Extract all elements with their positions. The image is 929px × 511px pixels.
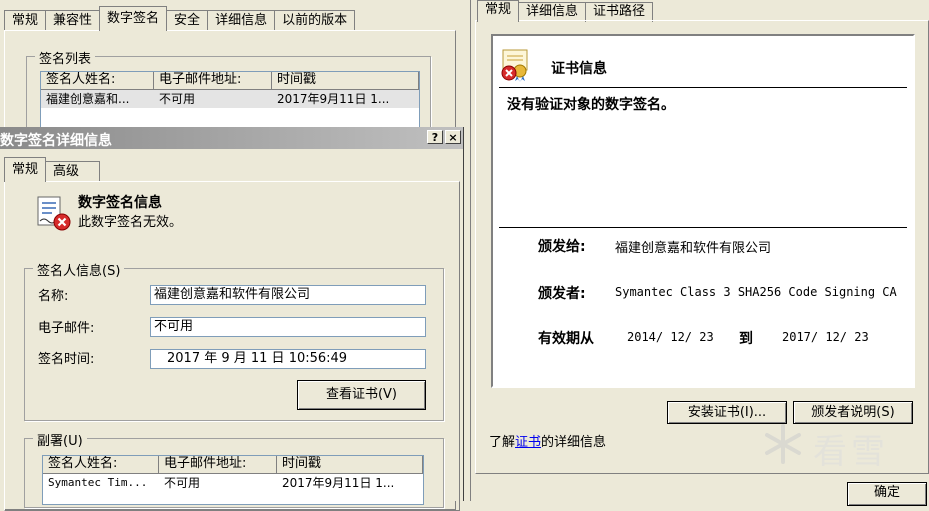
view-certificate-button[interactable]: 查看证书(V) bbox=[297, 380, 426, 410]
signature-info-title: 数字签名信息 bbox=[78, 195, 162, 211]
certificate-help-link[interactable]: 证书 bbox=[515, 435, 541, 450]
help-button[interactable]: ? bbox=[427, 130, 443, 144]
signer-info-title: 签名人信息(S) bbox=[33, 260, 125, 279]
name-label: 名称: bbox=[38, 289, 69, 304]
tab-dialog-advanced[interactable]: 高级 bbox=[45, 161, 101, 182]
learn-more-text: 了解证书的详细信息 bbox=[489, 431, 606, 450]
certificate-info-box: 证书信息 没有验证对象的数字签名。 颁发给: 福建创意嘉和软件有限公司 颁发者:… bbox=[491, 34, 915, 388]
valid-to-value: 2017/ 12/ 23 bbox=[782, 330, 869, 344]
certificate-tab-strip: 常规 详细信息 证书路径 bbox=[477, 0, 654, 22]
column-counter-signer-name[interactable]: 签名人姓名: bbox=[43, 456, 159, 473]
snowflake-logo-icon bbox=[765, 424, 801, 464]
tab-dialog-general[interactable]: 常规 bbox=[4, 157, 47, 182]
email-label: 电子邮件: bbox=[38, 321, 95, 336]
countersignature-list-header: 签名人姓名: 电子邮件地址: 时间戳 bbox=[43, 456, 423, 474]
cell-signer-name: 福建创意嘉和... bbox=[46, 92, 130, 106]
cell-timestamp: 2017年9月11日 1... bbox=[277, 92, 390, 106]
issued-by-label: 颁发者: bbox=[538, 286, 586, 302]
signing-time-field[interactable]: 2017 年 9 月 11 日 10:56:49 bbox=[150, 349, 426, 369]
tab-compatibility[interactable]: 兼容性 bbox=[45, 10, 101, 31]
certificate-info-title: 证书信息 bbox=[551, 61, 607, 77]
signature-info-status: 此数字签名无效。 bbox=[78, 215, 183, 230]
validity-label: 有效期从 bbox=[538, 331, 594, 347]
column-email[interactable]: 电子邮件地址: bbox=[154, 72, 272, 89]
properties-tab-strip: 常规 兼容性 数字签名 安全 详细信息 以前的版本 bbox=[4, 6, 356, 31]
dialog-tab-strip: 常规 高级 bbox=[4, 157, 101, 182]
validity-to-label: 到 bbox=[739, 331, 753, 347]
column-timestamp[interactable]: 时间戳 bbox=[272, 72, 419, 89]
ok-button[interactable]: 确定 bbox=[847, 482, 927, 506]
kanxue-watermark: 看雪 bbox=[761, 420, 911, 472]
signer-name-field[interactable]: 福建创意嘉和软件有限公司 bbox=[150, 285, 426, 305]
column-signer-name[interactable]: 签名人姓名: bbox=[41, 72, 154, 89]
signature-list[interactable]: 签名人姓名: 电子邮件地址: 时间戳 福建创意嘉和... 不可用 2017年9月… bbox=[40, 71, 420, 131]
certificate-window: 常规 详细信息 证书路径 证书信息 没有验证对象的数字签名。 颁发给: 福建创意… bbox=[470, 0, 929, 506]
cell-email: 不可用 bbox=[159, 92, 196, 106]
tab-cert-details[interactable]: 详细信息 bbox=[518, 2, 587, 22]
invalid-signature-icon bbox=[34, 195, 72, 233]
tab-security[interactable]: 安全 bbox=[166, 10, 209, 31]
tab-general[interactable]: 常规 bbox=[4, 10, 47, 31]
close-button[interactable]: × bbox=[445, 130, 461, 144]
cell-counter-signer: Symantec Tim... bbox=[48, 476, 148, 489]
dialog-title-bar[interactable]: 数字签名详细信息 ? × bbox=[0, 127, 463, 149]
signature-details-dialog: 数字签名详细信息 ? × 常规 高级 数字签名信息 此数字签名无效。 签名人信息… bbox=[0, 127, 464, 511]
issued-to-label: 颁发给: bbox=[538, 239, 586, 255]
learn-more-suffix: 的详细信息 bbox=[541, 435, 607, 450]
tab-cert-path[interactable]: 证书路径 bbox=[585, 2, 654, 22]
learn-more-prefix: 了解 bbox=[489, 435, 516, 450]
signature-row[interactable]: 福建创意嘉和... 不可用 2017年9月11日 1... bbox=[41, 90, 419, 108]
status-divider bbox=[499, 227, 907, 228]
tab-cert-general[interactable]: 常规 bbox=[477, 0, 520, 22]
countersignature-list[interactable]: 签名人姓名: 电子邮件地址: 时间戳 Symantec Tim... 不可用 2… bbox=[42, 455, 424, 505]
certificate-error-icon bbox=[499, 48, 533, 82]
signature-list-header: 签名人姓名: 电子邮件地址: 时间戳 bbox=[41, 72, 419, 90]
countersignature-row[interactable]: Symantec Tim... 不可用 2017年9月11日 1... bbox=[43, 474, 423, 492]
header-divider bbox=[499, 87, 907, 88]
issued-to-value: 福建创意嘉和软件有限公司 bbox=[615, 241, 772, 256]
countersignatures-title: 副署(U) bbox=[33, 430, 87, 449]
dialog-title: 数字签名详细信息 bbox=[0, 133, 112, 149]
certificate-status-text: 没有验证对象的数字签名。 bbox=[507, 97, 675, 113]
tab-details[interactable]: 详细信息 bbox=[207, 10, 276, 31]
cell-counter-email: 不可用 bbox=[164, 476, 201, 490]
signature-list-title: 签名列表 bbox=[35, 48, 96, 67]
column-counter-timestamp[interactable]: 时间戳 bbox=[277, 456, 423, 473]
signer-email-field[interactable]: 不可用 bbox=[150, 317, 426, 337]
column-counter-email[interactable]: 电子邮件地址: bbox=[159, 456, 277, 473]
tab-digital-signatures[interactable]: 数字签名 bbox=[99, 6, 168, 31]
cell-counter-timestamp: 2017年9月11日 1... bbox=[282, 476, 395, 490]
signing-time-label: 签名时间: bbox=[38, 352, 95, 367]
issued-by-value: Symantec Class 3 SHA256 Code Signing CA bbox=[615, 285, 897, 299]
tab-previous-versions[interactable]: 以前的版本 bbox=[274, 10, 356, 31]
valid-from-value: 2014/ 12/ 23 bbox=[627, 330, 714, 344]
watermark-text: 看雪 bbox=[813, 432, 889, 472]
